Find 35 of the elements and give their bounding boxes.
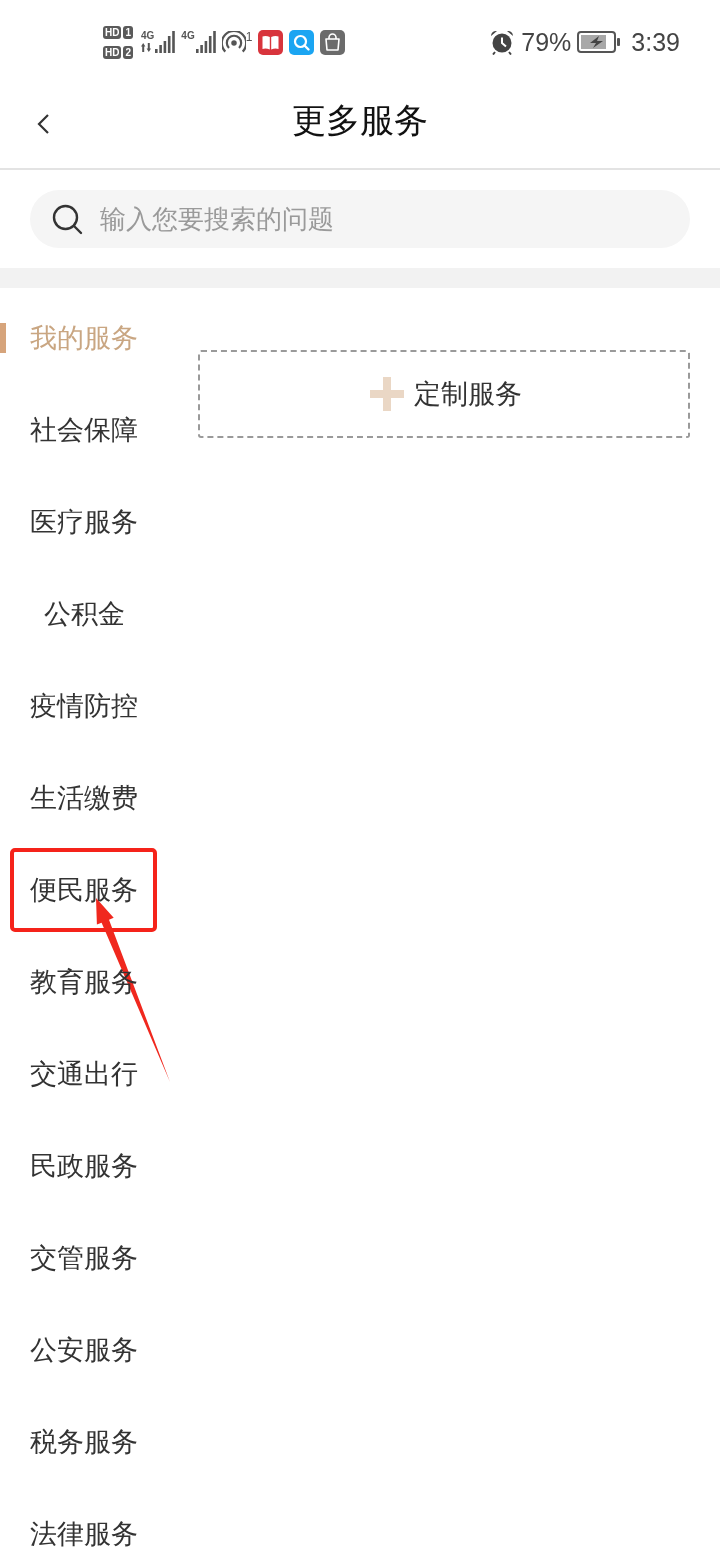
sidebar-item[interactable]: 法律服务	[30, 1520, 138, 1548]
signal-icon	[155, 31, 176, 53]
alarm-clock-icon	[489, 29, 516, 55]
sidebar-item[interactable]: 疫情防控	[30, 692, 138, 720]
battery-charging-icon	[577, 31, 622, 53]
shopping-bag-app-icon	[320, 29, 346, 55]
search-field[interactable]: 输入您要搜索的问题	[30, 190, 690, 248]
sidebar-item[interactable]: 民政服务	[30, 1152, 138, 1180]
network-type: 4G	[181, 31, 195, 41]
sidebar-item[interactable]: 公积金	[43, 600, 125, 628]
network-type: 4G	[141, 31, 155, 41]
sidebar-item[interactable]: 医疗服务	[30, 508, 138, 536]
hd-badge: HD	[103, 45, 122, 59]
sidebar-item[interactable]: 交管服务	[30, 1244, 138, 1272]
clock-time: 3:39	[631, 28, 680, 56]
customize-service-button[interactable]: 定制服务	[198, 350, 690, 438]
sim-slot-badge: 2	[123, 45, 133, 59]
sidebar-item[interactable]: 交通出行	[30, 1060, 138, 1088]
hotspot-count: 1	[245, 31, 253, 43]
sidebar-item[interactable]: 公安服务	[30, 1336, 138, 1364]
sidebar-item[interactable]: 便民服务	[30, 876, 138, 904]
book-app-icon	[258, 29, 284, 55]
sidebar-item[interactable]: 社会保障	[30, 416, 138, 444]
hotspot-icon	[221, 31, 246, 53]
sidebar-item[interactable]: 税务服务	[30, 1428, 138, 1456]
page-title: 更多服务	[292, 100, 428, 140]
plus-icon	[370, 377, 404, 411]
magnifier-app-icon	[289, 29, 315, 55]
hd-badge: HD	[103, 25, 122, 39]
sim-slot-badge: 1	[123, 25, 133, 39]
search-icon	[52, 204, 83, 235]
active-indicator	[0, 323, 6, 353]
battery-percentage: 79%	[521, 28, 572, 56]
back-icon[interactable]	[36, 113, 50, 135]
sidebar-item[interactable]: 生活缴费	[30, 784, 138, 812]
